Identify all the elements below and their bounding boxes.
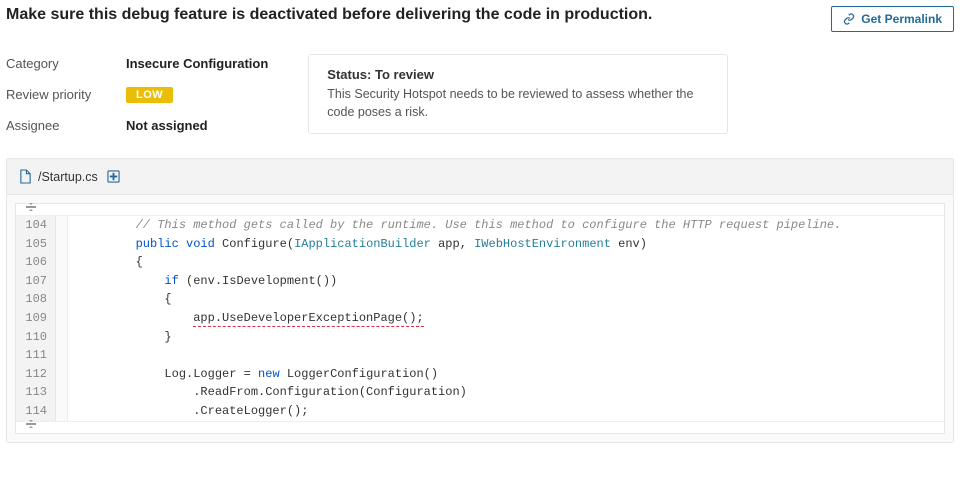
header-row: Make sure this debug feature is deactiva…	[6, 6, 954, 32]
code-panel: /Startup.cs 104 // This method gets call…	[6, 158, 954, 443]
meta-row: Category Insecure Configuration Review p…	[6, 54, 954, 134]
line-number: 111	[16, 346, 56, 365]
code-content: // This method gets called by the runtim…	[68, 216, 841, 235]
gutter	[56, 346, 68, 365]
code-block[interactable]: 104 // This method gets called by the ru…	[15, 203, 945, 434]
code-content: .CreateLogger();	[68, 402, 308, 421]
fold-icon	[26, 419, 76, 435]
gutter	[56, 309, 68, 328]
link-icon	[843, 13, 855, 25]
priority-value-wrap: LOW	[126, 86, 268, 103]
code-line: 105 public void Configure(IApplicationBu…	[16, 235, 944, 254]
line-number: 106	[16, 253, 56, 272]
assignee-label: Assignee	[6, 118, 126, 133]
code-content: public void Configure(IApplicationBuilde…	[68, 235, 647, 254]
gutter	[56, 365, 68, 384]
gutter	[56, 290, 68, 309]
code-content: {	[68, 290, 172, 309]
meta-grid: Category Insecure Configuration Review p…	[6, 54, 268, 134]
code-line: 111	[16, 346, 944, 365]
code-line: 104 // This method gets called by the ru…	[16, 216, 944, 235]
code-line: 106 {	[16, 253, 944, 272]
line-number: 114	[16, 402, 56, 421]
line-number: 110	[16, 328, 56, 347]
gutter	[56, 216, 68, 235]
line-number: 108	[16, 290, 56, 309]
status-value: To review	[375, 67, 434, 82]
code-line: 108 {	[16, 290, 944, 309]
status-label: Status:	[327, 67, 371, 82]
gutter	[56, 253, 68, 272]
line-number: 105	[16, 235, 56, 254]
code-line: 114 .CreateLogger();	[16, 402, 944, 421]
code-content: Log.Logger = new LoggerConfiguration()	[68, 365, 438, 384]
fold-icon	[26, 202, 76, 218]
code-line: 107 if (env.IsDevelopment())	[16, 272, 944, 291]
code-content: .ReadFrom.Configuration(Configuration)	[68, 383, 467, 402]
gutter	[56, 235, 68, 254]
line-number: 104	[16, 216, 56, 235]
code-lines: 104 // This method gets called by the ru…	[16, 216, 944, 421]
code-line: 109 app.UseDeveloperExceptionPage();	[16, 309, 944, 328]
line-number: 113	[16, 383, 56, 402]
code-content	[68, 346, 78, 365]
issue-detail-panel: Make sure this debug feature is deactiva…	[6, 6, 954, 443]
code-line: 112 Log.Logger = new LoggerConfiguration…	[16, 365, 944, 384]
permalink-label: Get Permalink	[861, 12, 942, 26]
status-card: Status: To review This Security Hotspot …	[308, 54, 728, 134]
code-content: if (env.IsDevelopment())	[68, 272, 337, 291]
expand-icon[interactable]	[104, 170, 120, 183]
get-permalink-button[interactable]: Get Permalink	[831, 6, 954, 32]
issue-title: Make sure this debug feature is deactiva…	[6, 6, 652, 24]
line-number: 107	[16, 272, 56, 291]
assignee-value[interactable]: Not assigned	[126, 118, 268, 133]
gutter	[56, 402, 68, 421]
code-line: 113 .ReadFrom.Configuration(Configuratio…	[16, 383, 944, 402]
line-number: 112	[16, 365, 56, 384]
file-header: /Startup.cs	[7, 159, 953, 195]
code-line: 110 }	[16, 328, 944, 347]
status-title: Status: To review	[327, 67, 709, 82]
code-content: }	[68, 328, 172, 347]
category-label: Category	[6, 56, 126, 71]
fold-below[interactable]	[16, 421, 944, 433]
priority-badge: LOW	[126, 87, 173, 103]
file-icon	[19, 169, 32, 184]
fold-above[interactable]	[16, 204, 944, 216]
priority-label: Review priority	[6, 87, 126, 102]
code-content: {	[68, 253, 143, 272]
code-content: app.UseDeveloperExceptionPage();	[68, 309, 424, 328]
gutter	[56, 383, 68, 402]
line-number: 109	[16, 309, 56, 328]
category-value: Insecure Configuration	[126, 56, 268, 71]
status-description: This Security Hotspot needs to be review…	[327, 86, 709, 121]
code-wrap: 104 // This method gets called by the ru…	[7, 195, 953, 442]
file-path[interactable]: /Startup.cs	[38, 170, 98, 184]
gutter	[56, 328, 68, 347]
gutter	[56, 272, 68, 291]
